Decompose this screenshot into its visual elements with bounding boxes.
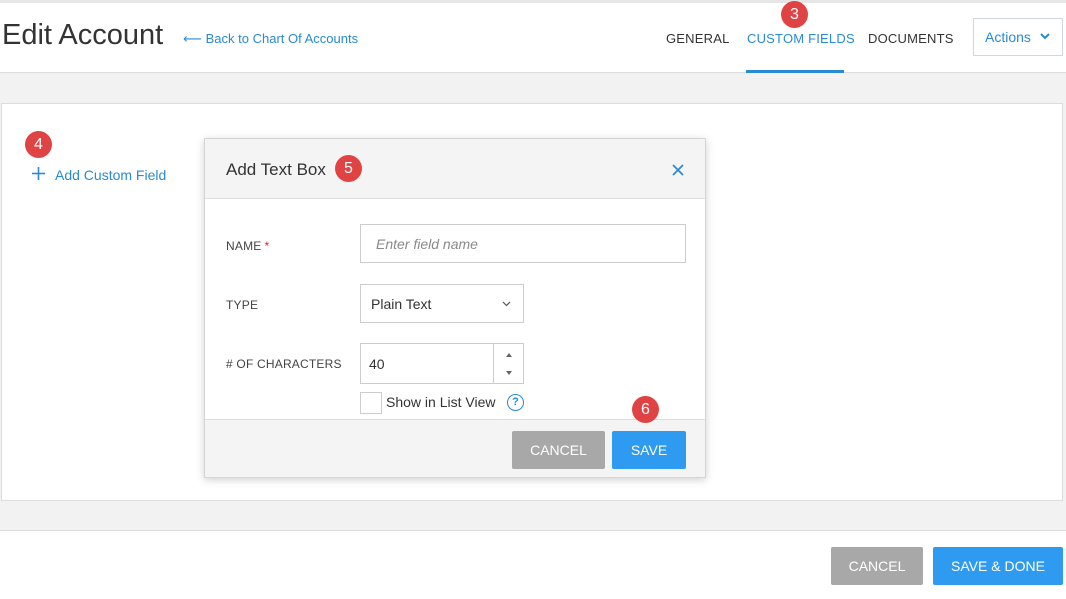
chevron-down-icon <box>1040 33 1050 40</box>
annotation-badge-6: 6 <box>632 396 659 423</box>
help-icon[interactable]: ? <box>507 394 524 411</box>
field-name-input[interactable] <box>360 224 686 263</box>
show-in-list-view-label: Show in List View <box>386 394 496 410</box>
back-link-label: Back to Chart Of Accounts <box>205 31 359 46</box>
tab-general[interactable]: GENERAL <box>666 31 730 46</box>
page-header: Edit Account ⟵ Back to Chart Of Accounts … <box>0 3 1066 73</box>
cancel-button[interactable]: CANCEL <box>831 547 923 585</box>
tab-documents[interactable]: DOCUMENTS <box>868 31 954 46</box>
tab-custom-fields[interactable]: CUSTOM FIELDS <box>747 31 855 46</box>
type-label: TYPE <box>226 298 259 312</box>
number-spinner <box>493 344 523 383</box>
modal-save-button[interactable]: SAVE <box>612 431 686 469</box>
add-custom-field-label: Add Custom Field <box>55 167 167 183</box>
add-text-box-modal: Add Text Box NAME* TYPE Plain Text # OF … <box>204 138 706 478</box>
characters-label: # OF CHARACTERS <box>226 357 342 371</box>
modal-footer: CANCEL SAVE <box>205 419 705 477</box>
close-icon[interactable] <box>671 163 685 177</box>
modal-cancel-button[interactable]: CANCEL <box>512 431 605 469</box>
name-label-text: NAME <box>226 239 262 253</box>
chevron-down-icon <box>502 301 511 307</box>
plus-icon <box>32 167 45 180</box>
annotation-badge-4: 4 <box>25 131 52 158</box>
characters-number-input[interactable]: 40 <box>360 343 524 384</box>
characters-value: 40 <box>369 356 385 372</box>
page-footer: CANCEL SAVE & DONE <box>0 530 1066 599</box>
show-in-list-view-checkbox[interactable] <box>360 392 382 414</box>
save-and-done-button[interactable]: SAVE & DONE <box>933 547 1063 585</box>
page-title: Edit Account <box>2 19 164 51</box>
actions-dropdown-button[interactable]: Actions <box>973 18 1063 56</box>
name-label: NAME * <box>226 239 269 253</box>
required-mark: * <box>264 239 270 253</box>
type-selected-value: Plain Text <box>371 296 432 312</box>
arrow-left-icon: ⟵ <box>183 31 202 46</box>
back-to-chart-of-accounts-link[interactable]: ⟵ Back to Chart Of Accounts <box>183 31 358 47</box>
spinner-down-icon[interactable] <box>505 370 513 376</box>
annotation-badge-3: 3 <box>781 1 808 28</box>
actions-label: Actions <box>985 29 1031 45</box>
type-select[interactable]: Plain Text <box>360 284 524 323</box>
annotation-badge-5: 5 <box>335 155 362 182</box>
spinner-up-icon[interactable] <box>505 352 513 358</box>
modal-header: Add Text Box <box>205 139 705 199</box>
modal-title: Add Text Box <box>226 160 326 179</box>
